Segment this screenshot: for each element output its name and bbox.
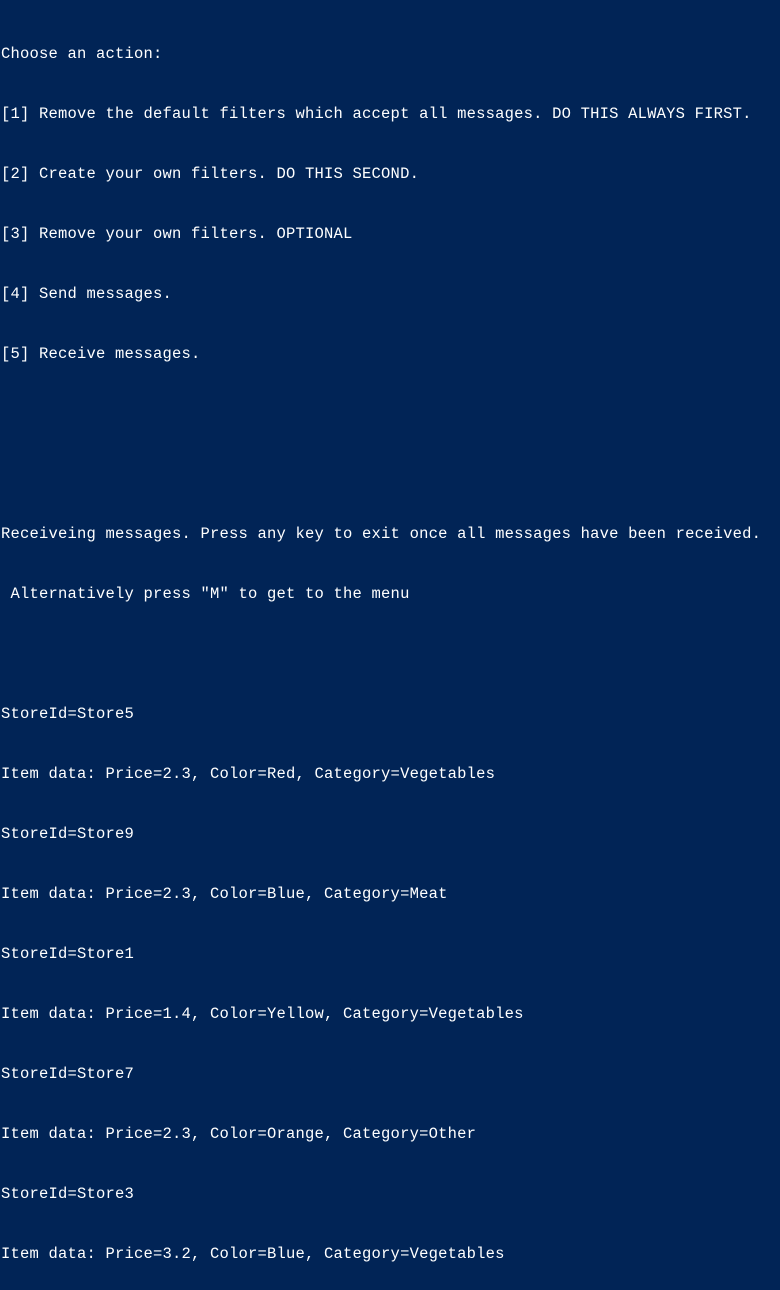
item-data-line: Item data: Price=2.3, Color=Red, Categor… [1,764,779,784]
item-data-line: Item data: Price=2.3, Color=Blue, Catego… [1,884,779,904]
status-line-2: Alternatively press "M" to get to the me… [1,584,779,604]
blank-line [1,464,779,484]
store-id-line: StoreId=Store9 [1,824,779,844]
item-data-line: Item data: Price=3.2, Color=Blue, Catego… [1,1244,779,1264]
menu-item-4: [4] Send messages. [1,284,779,304]
store-id-line: StoreId=Store7 [1,1064,779,1084]
store-id-line: StoreId=Store5 [1,704,779,724]
blank-line [1,404,779,424]
menu-item-1: [1] Remove the default filters which acc… [1,104,779,124]
store-id-line: StoreId=Store1 [1,944,779,964]
item-data-line: Item data: Price=1.4, Color=Yellow, Cate… [1,1004,779,1024]
terminal-output[interactable]: Choose an action: [1] Remove the default… [1,4,779,1290]
blank-line [1,644,779,664]
store-id-line: StoreId=Store3 [1,1184,779,1204]
menu-prompt: Choose an action: [1,44,779,64]
status-line-1: Receiveing messages. Press any key to ex… [1,524,779,544]
item-data-line: Item data: Price=2.3, Color=Orange, Cate… [1,1124,779,1144]
menu-item-2: [2] Create your own filters. DO THIS SEC… [1,164,779,184]
menu-item-3: [3] Remove your own filters. OPTIONAL [1,224,779,244]
menu-item-5: [5] Receive messages. [1,344,779,364]
